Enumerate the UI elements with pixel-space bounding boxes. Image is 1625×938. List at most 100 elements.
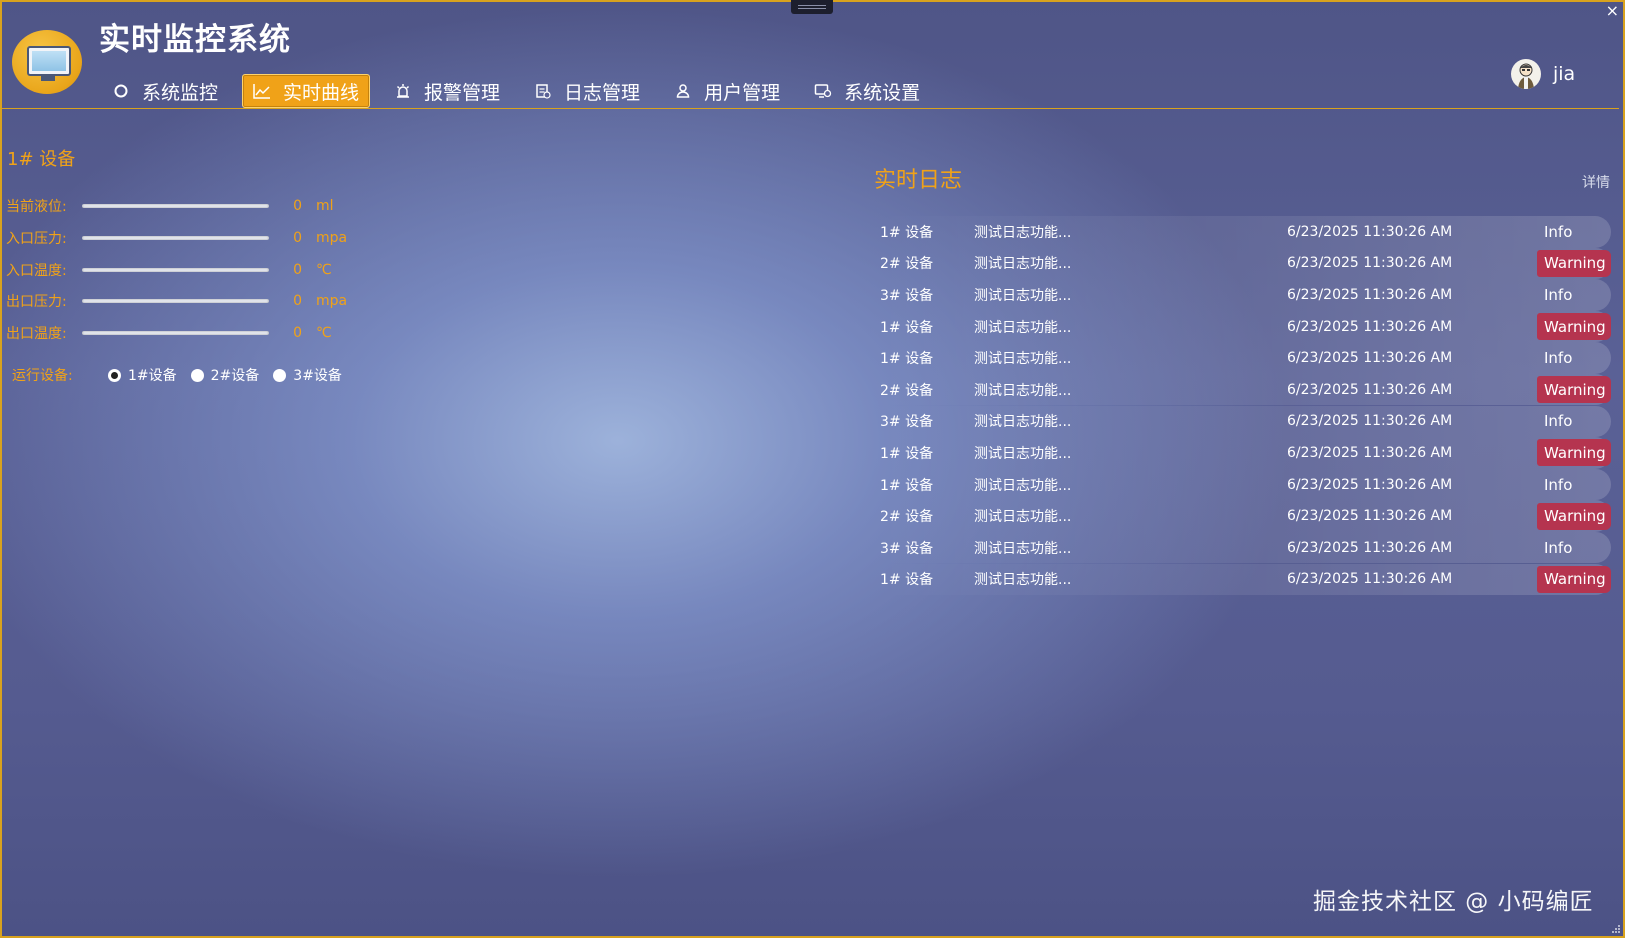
close-button[interactable]: × [1606, 2, 1619, 20]
metric-label: 出口压力: [6, 294, 67, 310]
metric-slider[interactable] [82, 331, 269, 335]
log-time: 6/23/2025 11:30:26 AM [1287, 571, 1453, 588]
log-detail-link[interactable]: 详情 [1582, 172, 1610, 192]
metric-slider[interactable] [82, 204, 269, 208]
metric-value: 0 [293, 325, 302, 341]
log-device: 3# 设备 [880, 414, 934, 431]
log-time: 6/23/2025 11:30:26 AM [1287, 286, 1453, 303]
radio-device-1[interactable]: 1#设备 [108, 365, 177, 385]
circle-icon [112, 82, 130, 100]
metric-inlet-temperature: 入口温度: 0 ℃ [6, 260, 332, 280]
radio-button[interactable] [108, 368, 121, 382]
metric-slider[interactable] [82, 268, 269, 272]
log-row[interactable]: 3# 设备 测试日志功能... 6/23/2025 11:30:26 AM In… [874, 405, 1611, 438]
metric-unit: ml [316, 198, 334, 214]
line-chart-icon [253, 82, 271, 100]
metric-value: 0 [293, 198, 302, 214]
radio-device-3[interactable]: 3#设备 [273, 365, 342, 385]
log-row[interactable]: 2# 设备 测试日志功能... 6/23/2025 11:30:26 AM Wa… [874, 373, 1611, 406]
log-device: 3# 设备 [880, 287, 934, 304]
log-row[interactable]: 3# 设备 测试日志功能... 6/23/2025 11:30:26 AM In… [874, 531, 1611, 564]
alarm-icon [394, 82, 412, 100]
nav-item-user-management[interactable]: 用户管理 [664, 74, 790, 108]
metric-liquid-level: 当前液位: 0 ml [6, 196, 334, 216]
log-level-badge: Warning [1537, 376, 1611, 404]
log-device: 2# 设备 [880, 256, 934, 273]
metric-label: 出口温度: [6, 326, 67, 342]
log-message: 测试日志功能... [974, 382, 1072, 399]
log-title: 实时日志 [874, 168, 963, 193]
user-icon [674, 82, 692, 100]
log-level-badge: Warning [1537, 249, 1611, 277]
log-level-badge: Info [1544, 475, 1573, 494]
grip-line [798, 8, 826, 9]
log-row[interactable]: 1# 设备 测试日志功能... 6/23/2025 11:30:26 AM In… [874, 342, 1611, 374]
avatar-icon [1511, 59, 1541, 89]
log-row[interactable]: 1# 设备 测试日志功能... 6/23/2025 11:30:26 AM Wa… [874, 437, 1611, 469]
log-row[interactable]: 1# 设备 测试日志功能... 6/23/2025 11:30:26 AM In… [874, 468, 1611, 501]
log-row[interactable]: 2# 设备 测试日志功能... 6/23/2025 11:30:26 AM Wa… [874, 247, 1611, 280]
log-message: 测试日志功能... [974, 509, 1072, 526]
nav-item-realtime-curve[interactable]: 实时曲线 [242, 74, 371, 108]
user-info[interactable]: jia [1511, 59, 1575, 89]
device-title: 1# 设备 [7, 149, 76, 170]
log-row[interactable]: 1# 设备 测试日志功能... 6/23/2025 11:30:26 AM Wa… [874, 563, 1611, 596]
watermark: 掘金技术社区 @ 小码编匠 [1313, 889, 1594, 915]
log-message: 测试日志功能... [974, 351, 1072, 368]
window-drag-handle[interactable] [791, 0, 833, 14]
log-level-badge: Warning [1537, 565, 1611, 593]
log-device: 1# 设备 [880, 224, 934, 241]
log-row[interactable]: 2# 设备 测试日志功能... 6/23/2025 11:30:26 AM Wa… [874, 500, 1611, 532]
metric-slider[interactable] [82, 236, 269, 240]
log-row[interactable]: 3# 设备 测试日志功能... 6/23/2025 11:30:26 AM In… [874, 279, 1611, 311]
log-message: 测试日志功能... [974, 319, 1072, 336]
nav-label: 日志管理 [564, 81, 641, 104]
radio-label: 3#设备 [293, 368, 342, 384]
run-label: 运行设备: [12, 368, 73, 384]
radio-button[interactable] [190, 368, 204, 382]
nav-item-alarm-management[interactable]: 报警管理 [384, 74, 510, 108]
log-message: 测试日志功能... [974, 477, 1072, 494]
metric-unit: mpa [316, 230, 348, 246]
log-time: 6/23/2025 11:30:26 AM [1287, 508, 1453, 525]
nav-item-log-management[interactable]: 日志管理 [524, 74, 650, 108]
nav-label: 实时曲线 [283, 81, 360, 104]
metric-unit: ℃ [316, 262, 332, 278]
metric-inlet-pressure: 入口压力: 0 mpa [6, 228, 347, 248]
log-row[interactable]: 1# 设备 测试日志功能... 6/23/2025 11:30:26 AM Wa… [874, 310, 1611, 343]
metric-label: 入口温度: [6, 263, 67, 279]
log-level-badge: Warning [1537, 502, 1611, 530]
metric-unit: ℃ [316, 325, 332, 341]
main-nav: 系统监控 实时曲线 报警管理 日志管理 用户管理 系统设置 [102, 72, 944, 110]
log-message: 测试日志功能... [974, 572, 1072, 589]
log-message: 测试日志功能... [974, 224, 1072, 241]
log-time: 6/23/2025 11:30:26 AM [1287, 223, 1453, 240]
log-message: 测试日志功能... [974, 540, 1072, 557]
log-level-badge: Warning [1537, 439, 1611, 467]
monitor-icon [27, 46, 71, 76]
log-row[interactable]: 1# 设备 测试日志功能... 6/23/2025 11:30:26 AM In… [874, 216, 1611, 248]
log-level-badge: Info [1544, 222, 1573, 241]
log-device: 2# 设备 [880, 382, 934, 399]
log-level-badge: Info [1544, 412, 1573, 431]
log-device: 1# 设备 [880, 572, 934, 589]
nav-item-system-monitor[interactable]: 系统监控 [102, 74, 228, 108]
metric-value: 0 [293, 293, 302, 309]
log-device: 1# 设备 [880, 477, 934, 494]
log-level-badge: Info [1544, 349, 1573, 368]
log-time: 6/23/2025 11:30:26 AM [1287, 255, 1453, 272]
metric-value: 0 [293, 230, 302, 246]
metric-outlet-temperature: 出口温度: 0 ℃ [6, 323, 332, 343]
radio-button[interactable] [273, 368, 287, 382]
radio-device-2[interactable]: 2#设备 [190, 365, 259, 385]
log-time: 6/23/2025 11:30:26 AM [1287, 476, 1453, 493]
app-logo [12, 30, 82, 94]
log-time: 6/23/2025 11:30:26 AM [1287, 318, 1453, 335]
metric-slider[interactable] [82, 299, 269, 303]
running-device-selector: 运行设备: 1#设备 2#设备 3#设备 [12, 365, 356, 385]
log-time: 6/23/2025 11:30:26 AM [1287, 444, 1453, 461]
log-device: 1# 设备 [880, 351, 934, 368]
nav-item-system-settings[interactable]: 系统设置 [804, 74, 930, 108]
resize-grip-icon[interactable] [1611, 924, 1621, 934]
nav-label: 系统设置 [844, 81, 921, 104]
